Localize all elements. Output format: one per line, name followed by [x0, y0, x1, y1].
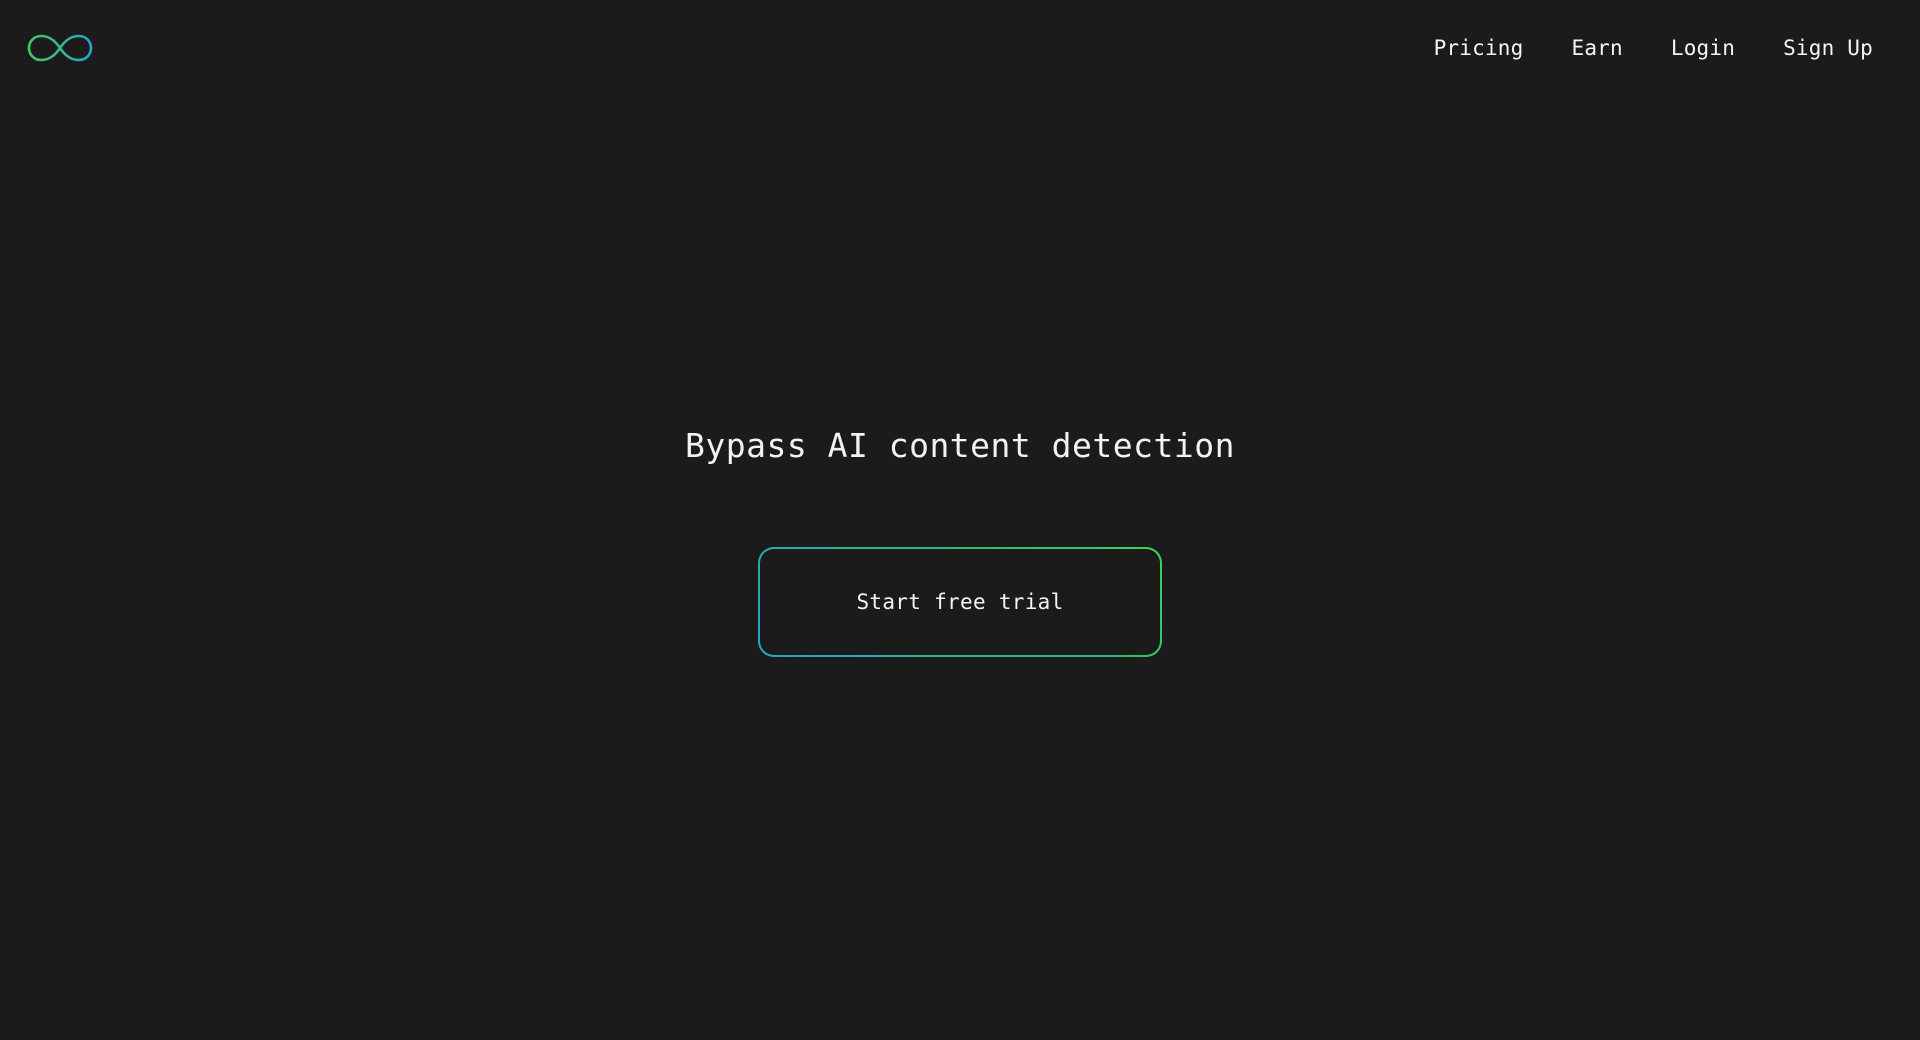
infinity-icon[interactable]	[26, 32, 94, 64]
hero-title: Bypass AI content detection	[685, 426, 1235, 465]
main-nav: Pricing Earn Login Sign Up	[1386, 32, 1873, 64]
start-free-trial-button[interactable]: Start free trial	[758, 547, 1162, 657]
nav-link-login[interactable]: Login	[1671, 36, 1735, 60]
site-header: Pricing Earn Login Sign Up	[0, 0, 1920, 96]
nav-link-pricing[interactable]: Pricing	[1434, 36, 1524, 60]
start-free-trial-label: Start free trial	[760, 549, 1160, 655]
nav-link-sign-up[interactable]: Sign Up	[1783, 36, 1873, 60]
nav-link-earn[interactable]: Earn	[1572, 36, 1623, 60]
